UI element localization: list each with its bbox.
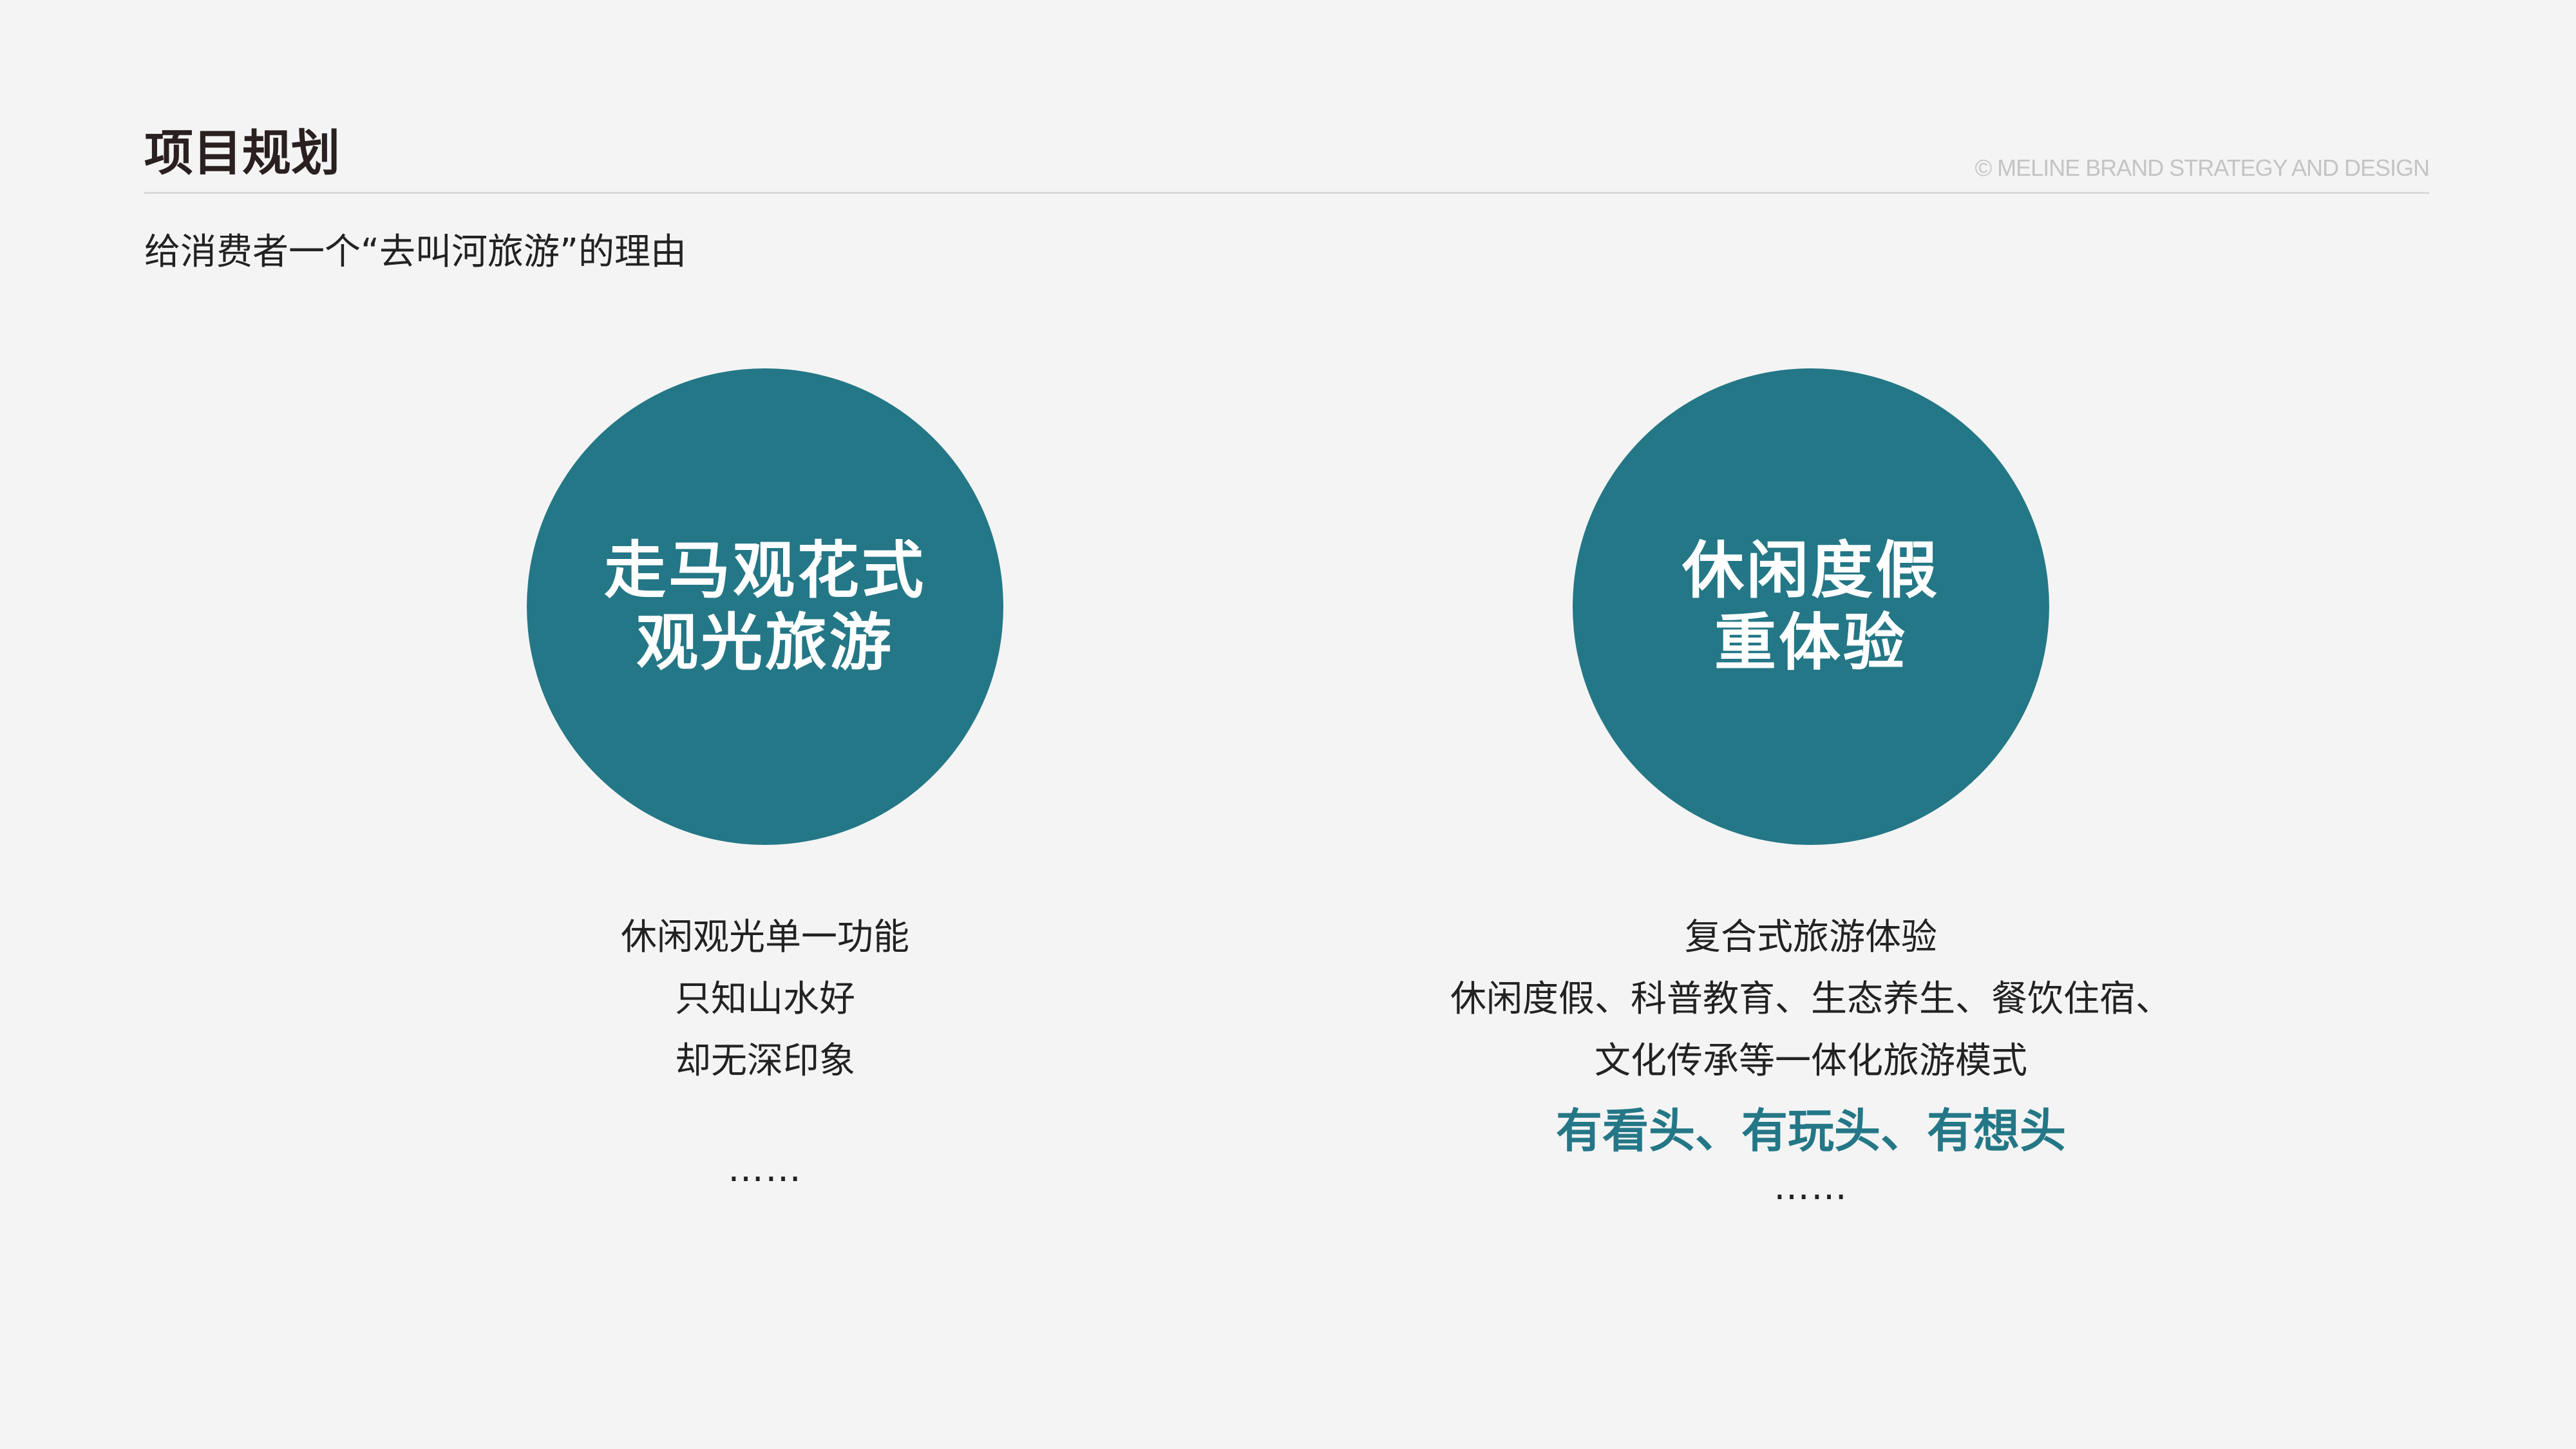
- right-desc-line-2: 休闲度假、科普教育、生态养生、餐饮住宿、: [1450, 978, 2172, 1020]
- left-circle-line-2: 观光旅游: [636, 607, 894, 679]
- slide: 项目规划 © MELINE BRAND STRATEGY AND DESIGN …: [0, 0, 2576, 1449]
- left-ellipsis: ……: [728, 1148, 802, 1190]
- right-ellipsis: ……: [1774, 1166, 1848, 1208]
- right-concept: 休闲度假 重体验 复合式旅游体验 休闲度假、科普教育、生态养生、餐饮住宿、 文化…: [1360, 368, 2262, 1213]
- copyright-text: © MELINE BRAND STRATEGY AND DESIGN: [1975, 155, 2430, 181]
- page-title: 项目规划: [144, 124, 340, 182]
- subtitle: 给消费者一个“去叫河旅游”的理由: [144, 231, 687, 273]
- left-desc-line-3: 却无深印象: [675, 1040, 855, 1082]
- left-circle-line-1: 走马观花式: [604, 535, 926, 607]
- left-desc-line-2: 只知山水好: [675, 978, 855, 1020]
- right-highlight: 有看头、有玩头、有想头: [1555, 1104, 2066, 1158]
- right-circle: 休闲度假 重体验: [1573, 368, 2049, 845]
- right-circle-line-1: 休闲度假: [1682, 535, 1940, 607]
- header-divider: [144, 192, 2429, 194]
- right-desc-line-3: 文化传承等一体化旅游模式: [1595, 1040, 2027, 1082]
- left-desc-line-1: 休闲观光单一功能: [621, 916, 909, 958]
- right-description: 复合式旅游体验 休闲度假、科普教育、生态养生、餐饮住宿、 文化传承等一体化旅游模…: [1360, 907, 2262, 1213]
- left-description: 休闲观光单一功能 只知山水好 却无深印象 ……: [314, 907, 1216, 1195]
- right-desc-line-1: 复合式旅游体验: [1685, 916, 1937, 958]
- left-concept: 走马观花式 观光旅游 休闲观光单一功能 只知山水好 却无深印象 ……: [314, 368, 1216, 1195]
- left-circle: 走马观花式 观光旅游: [527, 368, 1003, 845]
- right-circle-line-2: 重体验: [1714, 607, 1908, 679]
